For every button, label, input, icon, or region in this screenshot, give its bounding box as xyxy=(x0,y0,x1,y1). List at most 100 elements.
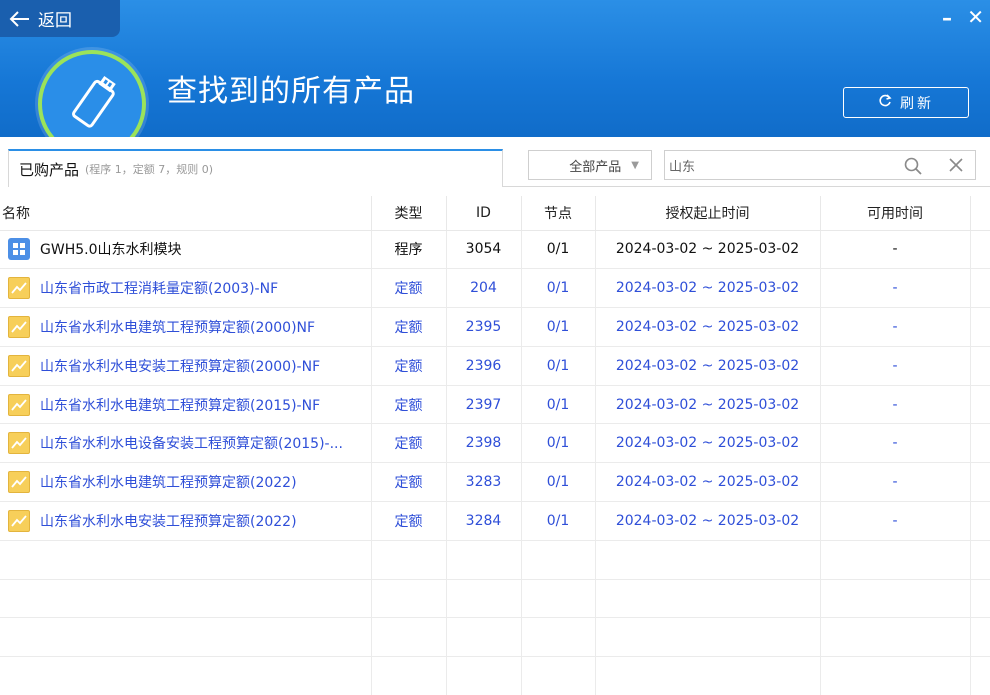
empty-cell xyxy=(820,656,971,695)
col-header-spacer xyxy=(970,196,990,231)
cell-id: 3284 xyxy=(446,501,522,541)
empty-cell xyxy=(371,656,447,695)
search-icon[interactable] xyxy=(903,156,923,180)
empty-cell xyxy=(820,579,971,619)
cell-period: 2024-03-02 ~ 2025-03-02 xyxy=(595,230,821,270)
cell-name: 山东省水利水电建筑工程预算定额(2000)NF xyxy=(0,307,372,347)
empty-cell xyxy=(0,540,372,580)
usb-key-icon xyxy=(72,75,116,128)
cell-available: - xyxy=(820,346,971,386)
cell-id: 2395 xyxy=(446,307,522,347)
product-name[interactable]: 山东省水利水电建筑工程预算定额(2015)-NF xyxy=(40,395,320,415)
cell-period: 2024-03-02 ~ 2025-03-02 xyxy=(595,268,821,309)
product-filter-select[interactable]: 全部产品 ▼ xyxy=(528,150,652,180)
empty-cell xyxy=(0,579,372,619)
cell-id: 2398 xyxy=(446,423,522,464)
cell-type: 程序 xyxy=(371,230,447,270)
cell-spacer xyxy=(970,268,990,309)
cell-spacer xyxy=(970,385,990,425)
empty-cell xyxy=(446,656,522,695)
cell-name: GWH5.0山东水利模块 xyxy=(0,230,372,270)
col-header-node[interactable]: 节点 xyxy=(521,196,596,231)
cell-node: 0/1 xyxy=(521,307,596,347)
empty-cell xyxy=(0,656,372,695)
col-header-period[interactable]: 授权起止时间 xyxy=(595,196,821,231)
cell-node: 0/1 xyxy=(521,501,596,541)
cell-available: - xyxy=(820,385,971,425)
product-name[interactable]: GWH5.0山东水利模块 xyxy=(40,239,181,259)
product-name[interactable]: 山东省水利水电安装工程预算定额(2000)-NF xyxy=(40,356,320,376)
tab-purchased-products[interactable]: 已购产品 (程序 1，定额 7，规则 0) xyxy=(8,149,503,187)
usb-key-logo xyxy=(38,50,146,137)
cell-available: - xyxy=(820,462,971,503)
empty-cell xyxy=(820,617,971,658)
table-row[interactable]: 山东省水利水电安装工程预算定额(2000)-NF 定额 2396 0/1 2024-03… xyxy=(0,346,990,386)
chart-trend-icon xyxy=(8,471,30,494)
tab-divider xyxy=(503,186,990,187)
cell-name: 山东省水利水电安装工程预算定额(2022) xyxy=(0,501,372,541)
page-title: 查找到的所有产品 xyxy=(167,74,415,109)
search-input[interactable] xyxy=(665,151,885,179)
table-row[interactable]: 山东省市政工程消耗量定额(2003)-NF 定额 204 0/1 2024-03-02 … xyxy=(0,268,990,309)
empty-cell xyxy=(595,617,821,658)
arrow-left-icon xyxy=(8,10,30,28)
search-box xyxy=(664,150,976,180)
table-header-row: 名称 类型 ID 节点 授权起止时间 可用时间 xyxy=(0,196,990,231)
cell-name: 山东省水利水电安装工程预算定额(2000)-NF xyxy=(0,346,372,386)
clear-icon[interactable] xyxy=(947,156,965,178)
cell-available: - xyxy=(820,307,971,347)
table-row[interactable]: GWH5.0山东水利模块 程序 3054 0/1 2024-03-02 ~ 2025-0… xyxy=(0,230,990,270)
empty-cell xyxy=(820,540,971,580)
table-row[interactable]: 山东省水利水电安装工程预算定额(2022) 定额 3284 0/1 2024-03-02… xyxy=(0,501,990,541)
table-row[interactable]: 山东省水利水电建筑工程预算定额(2022) 定额 3283 0/1 2024-03-02… xyxy=(0,462,990,503)
product-name[interactable]: 山东省水利水电建筑工程预算定额(2022) xyxy=(40,472,297,492)
empty-cell xyxy=(371,540,447,580)
product-name[interactable]: 山东省水利水电设备安装工程预算定额(2015)-... xyxy=(40,433,343,453)
cell-type: 定额 xyxy=(371,268,447,309)
cell-node: 0/1 xyxy=(521,346,596,386)
product-name[interactable]: 山东省水利水电建筑工程预算定额(2000)NF xyxy=(40,317,315,337)
table-row[interactable]: 山东省水利水电建筑工程预算定额(2015)-NF 定额 2397 0/1 2024-03… xyxy=(0,385,990,425)
minimize-button[interactable]: – xyxy=(942,6,952,30)
dropdown-arrow-icon: ▼ xyxy=(631,159,639,171)
chart-trend-icon xyxy=(8,432,30,455)
empty-cell xyxy=(521,656,596,695)
table-row[interactable]: 山东省水利水电建筑工程预算定额(2000)NF 定额 2395 0/1 2024-03-… xyxy=(0,307,990,347)
cell-spacer xyxy=(970,423,990,464)
cell-id: 204 xyxy=(446,268,522,309)
chart-trend-icon xyxy=(8,354,30,377)
cell-period: 2024-03-02 ~ 2025-03-02 xyxy=(595,346,821,386)
empty-cell xyxy=(595,579,821,619)
product-table: 名称 类型 ID 节点 授权起止时间 可用时间 GWH5.0山东水利模块 程序 30… xyxy=(0,196,990,695)
close-button[interactable]: ✕ xyxy=(967,5,984,29)
refresh-label: 刷新 xyxy=(900,95,934,112)
empty-cell xyxy=(0,617,372,658)
cell-type: 定额 xyxy=(371,346,447,386)
empty-cell xyxy=(970,617,990,658)
cell-available: - xyxy=(820,268,971,309)
product-name[interactable]: 山东省水利水电安装工程预算定额(2022) xyxy=(40,511,297,531)
filter-value: 全部产品 xyxy=(569,159,622,175)
col-header-available[interactable]: 可用时间 xyxy=(820,196,971,231)
empty-cell xyxy=(970,579,990,619)
col-header-name[interactable]: 名称 xyxy=(0,196,372,231)
empty-row xyxy=(0,656,990,695)
chart-trend-icon xyxy=(8,393,30,416)
cell-period: 2024-03-02 ~ 2025-03-02 xyxy=(595,423,821,464)
back-button[interactable]: 返回 xyxy=(0,0,120,37)
cell-id: 3054 xyxy=(446,230,522,270)
cell-available: - xyxy=(820,501,971,541)
cell-type: 定额 xyxy=(371,423,447,464)
chart-trend-icon xyxy=(8,509,30,532)
col-header-id[interactable]: ID xyxy=(446,196,522,231)
cell-node: 0/1 xyxy=(521,423,596,464)
product-name[interactable]: 山东省市政工程消耗量定额(2003)-NF xyxy=(40,278,278,298)
empty-cell xyxy=(970,540,990,580)
cell-name: 山东省水利水电建筑工程预算定额(2022) xyxy=(0,462,372,503)
cell-name: 山东省水利水电设备安装工程预算定额(2015)-... xyxy=(0,423,372,464)
col-header-type[interactable]: 类型 xyxy=(371,196,447,231)
refresh-button[interactable]: 刷新 xyxy=(843,87,969,118)
module-grid-icon xyxy=(8,238,30,261)
cell-spacer xyxy=(970,462,990,503)
table-row[interactable]: 山东省水利水电设备安装工程预算定额(2015)-... 定额 2398 0/1 2024… xyxy=(0,423,990,464)
